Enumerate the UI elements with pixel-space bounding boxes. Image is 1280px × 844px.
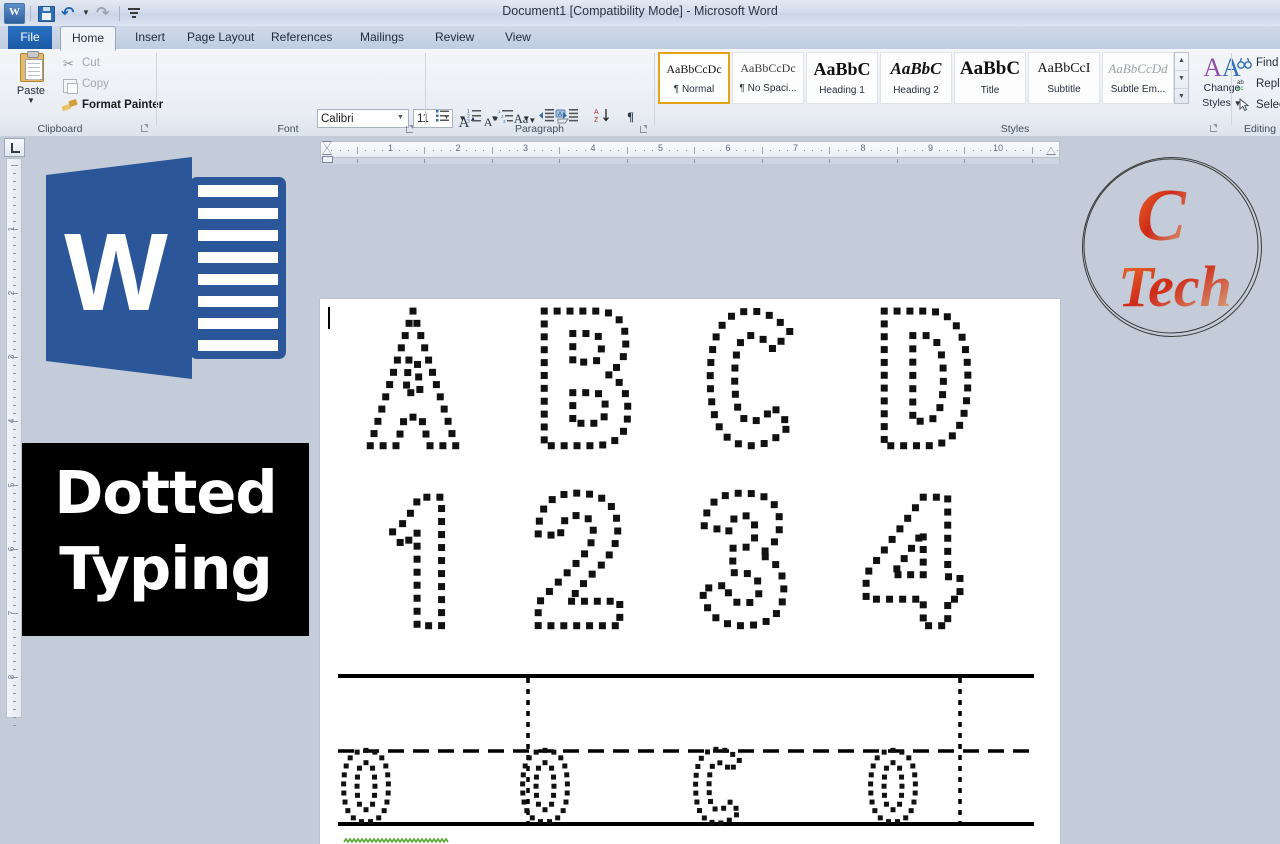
copy-button[interactable]: Copy <box>60 75 109 94</box>
document-page[interactable] <box>320 299 1060 844</box>
document-content <box>338 307 1034 844</box>
document-title: Document1 [Compatibility Mode] - Microso… <box>502 4 778 18</box>
ribbon-group-editing: Find abac Replace Select Editing <box>1232 49 1280 136</box>
style-preview: AaBbC <box>813 59 871 79</box>
style-title[interactable]: AaBbC Title <box>954 52 1026 104</box>
style-preview: AaBbCcI <box>1037 61 1091 76</box>
styles-scroll-up-icon[interactable]: ▲ <box>1175 53 1188 71</box>
scissors-icon: ✂ <box>63 56 74 71</box>
vertical-ruler[interactable]: 1 2 3 4 5 6 7 8 <box>6 158 22 726</box>
word-logo-overlay: W <box>42 155 290 381</box>
tab-stop-selector[interactable] <box>4 138 25 157</box>
ribbon-group-styles: AaBbCcDc ¶ Normal AaBbCcDc ¶ No Spaci...… <box>655 49 1242 136</box>
horizontal-ruler[interactable]: 1 2 3 4 5 6 7 8 9 10 <box>320 141 1060 158</box>
tab-mailings[interactable]: Mailings <box>349 26 415 49</box>
horizontal-ruler-lower-band <box>320 158 1060 164</box>
vertical-ruler-ticks: 1 2 3 4 5 6 7 8 <box>7 226 16 679</box>
copy-label: Copy <box>82 78 109 90</box>
paragraph-group-label: Paragraph <box>514 123 565 135</box>
style-name: Title <box>980 85 1000 96</box>
text-cursor <box>328 307 330 329</box>
cut-label: Cut <box>82 57 100 69</box>
styles-group-label: Styles <box>1000 123 1030 135</box>
style-subtle-emphasis[interactable]: AaBbCcDd Subtle Em... <box>1102 52 1174 104</box>
ribbon-group-clipboard: Paste ▼ ✂ Cut Copy Format Painter Clipbo… <box>0 49 163 136</box>
style-no-spacing[interactable]: AaBbCcDc ¶ No Spaci... <box>732 52 804 104</box>
tab-home[interactable]: Home <box>60 26 117 51</box>
style-preview: AaBbC <box>890 59 942 78</box>
style-name: Heading 1 <box>819 85 865 96</box>
overlay-title-line2: Typing <box>59 534 272 603</box>
ribbon-group-paragraph: ▼ 123 ▼ 123 ▼ AZ ¶ Paragraph <box>426 49 653 160</box>
style-name: ¶ Normal <box>673 84 715 95</box>
style-normal[interactable]: AaBbCcDc ¶ Normal <box>658 52 730 104</box>
style-subtitle[interactable]: AaBbCcI Subtitle <box>1028 52 1100 104</box>
clipboard-group-label: Clipboard <box>37 123 83 135</box>
overlay-title-card: Dotted Typing <box>22 443 309 636</box>
style-name: ¶ No Spaci... <box>739 83 797 94</box>
title-bar: W ↶ ▼ ↷ Document1 [Compatibility Mode] -… <box>0 0 1280 27</box>
left-indent-marker[interactable] <box>322 156 333 163</box>
style-name: Subtitle <box>1047 84 1081 95</box>
paragraph-dialog-launcher-icon[interactable] <box>640 125 649 134</box>
font-group-label: Font <box>277 123 299 135</box>
clipboard-dialog-launcher-icon[interactable] <box>141 124 150 133</box>
format-painter-label: Format Painter <box>82 99 164 111</box>
cursor-arrow-icon <box>1238 97 1251 119</box>
find-label: Find <box>1256 57 1279 69</box>
ribbon-tab-strip: File Home Insert Page Layout References … <box>0 26 1280 51</box>
ribbon: Paste ▼ ✂ Cut Copy Format Painter Clipbo… <box>0 49 1280 160</box>
styles-scroll-spinner[interactable]: ▲ ▼ ▼ <box>1174 52 1189 104</box>
svg-text:C: C <box>1136 175 1187 257</box>
style-name: Heading 2 <box>893 85 939 96</box>
svg-text:Tech: Tech <box>1118 254 1232 319</box>
paintbrush-icon <box>62 99 77 112</box>
tab-insert[interactable]: Insert <box>124 26 176 49</box>
font-dialog-launcher-icon[interactable] <box>406 125 415 134</box>
style-name: Subtle Em... <box>1110 84 1166 95</box>
replace-button[interactable]: abac Replace <box>1236 74 1280 94</box>
paste-button[interactable]: Paste ▼ <box>8 51 54 105</box>
svg-text:A: A <box>594 109 599 116</box>
paste-icon <box>16 51 46 84</box>
styles-dialog-launcher-icon[interactable] <box>1210 124 1219 133</box>
tab-references[interactable]: References <box>260 26 343 49</box>
copy-icon <box>63 79 78 94</box>
cut-button[interactable]: ✂ Cut <box>60 54 100 73</box>
replace-label: Replace <box>1256 78 1280 90</box>
right-indent-marker[interactable] <box>1046 147 1057 157</box>
styles-more-icon[interactable]: ▼ <box>1175 89 1188 106</box>
style-preview: AaBbC <box>959 58 1021 79</box>
svg-text:W: W <box>64 211 168 334</box>
select-label: Select <box>1256 99 1280 111</box>
styles-scroll-down-icon[interactable]: ▼ <box>1175 71 1188 89</box>
tab-view[interactable]: View <box>494 26 542 49</box>
word-window: W ↶ ▼ ↷ Document1 [Compatibility Mode] -… <box>0 0 1280 844</box>
format-painter-button[interactable]: Format Painter <box>60 96 163 115</box>
tab-file[interactable]: File <box>8 26 52 49</box>
overlay-title-line1: Dotted <box>54 458 277 527</box>
ribbon-group-font: Calibri ▼ 11 ▼ A▲ A▼ Aa▼ A B I U ▼ abc X… <box>157 49 577 160</box>
channel-watermark-logo: C Tech <box>1082 157 1262 337</box>
find-button[interactable]: Find <box>1236 53 1278 73</box>
style-heading-1[interactable]: AaBbC Heading 1 <box>806 52 878 104</box>
style-preview: AaBbCcDc <box>666 62 722 76</box>
paste-dropdown-icon[interactable]: ▼ <box>8 97 54 105</box>
select-button[interactable]: Select <box>1236 95 1280 115</box>
style-heading-2[interactable]: AaBbC Heading 2 <box>880 52 952 104</box>
style-preview: AaBbCcDc <box>740 61 796 75</box>
tab-page-layout[interactable]: Page Layout <box>176 26 265 49</box>
svg-text:ac: ac <box>1237 86 1243 91</box>
editing-group-label: Editing <box>1243 123 1277 135</box>
style-preview: AaBbCcDd <box>1108 61 1168 76</box>
tab-review[interactable]: Review <box>424 26 485 49</box>
